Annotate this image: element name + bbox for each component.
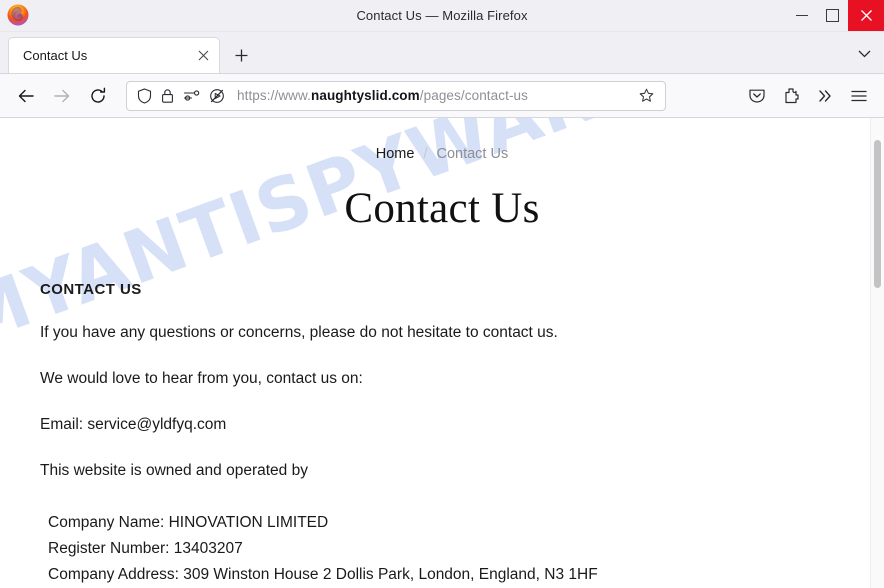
breadcrumb: Home / Contact Us	[40, 118, 844, 162]
window-controls	[786, 0, 884, 31]
url-host: naughtyslid.com	[310, 88, 420, 103]
scrollbar-thumb[interactable]	[874, 140, 881, 288]
firefox-window: Contact Us — Mozilla Firefox Contact Us	[0, 0, 884, 588]
window-title: Contact Us — Mozilla Firefox	[356, 8, 528, 23]
paragraph-owned-operated: This website is owned and operated by	[40, 461, 308, 479]
title-bar: Contact Us — Mozilla Firefox	[0, 0, 884, 32]
address-bar[interactable]: https://www.naughtyslid.com/pages/contac…	[126, 80, 666, 111]
new-tab-button[interactable]	[226, 40, 256, 70]
url-path: /pages/contact-us	[419, 88, 529, 103]
paragraph-hear-from-you: We would love to hear from you, contact …	[40, 369, 363, 387]
forward-button[interactable]	[46, 80, 78, 112]
reload-icon	[91, 87, 106, 103]
list-all-tabs-button[interactable]	[852, 42, 876, 66]
pocket-icon	[749, 89, 765, 103]
browser-tab[interactable]: Contact Us	[8, 37, 220, 73]
close-x-icon	[198, 50, 208, 61]
url-text[interactable]: https://www.naughtyslid.com/pages/contac…	[237, 88, 635, 103]
minimize-button[interactable]	[786, 0, 817, 31]
lock-icon[interactable]	[161, 88, 174, 104]
page-title: Contact Us	[344, 185, 540, 232]
minimize-icon	[795, 15, 808, 16]
app-menu-button[interactable]	[843, 80, 875, 112]
page-viewport: MYANTISPYWARE.COM Home / Contact Us Contac…	[0, 118, 884, 588]
overflow-menu-button[interactable]	[809, 80, 841, 112]
reload-button[interactable]	[82, 80, 114, 112]
breadcrumb-current: Contact Us	[436, 146, 509, 162]
maximize-icon	[826, 9, 839, 22]
plus-icon	[235, 49, 247, 61]
tab-label: Contact Us	[23, 48, 88, 63]
extensions-button[interactable]	[775, 80, 807, 112]
star-icon	[639, 88, 653, 102]
paragraph-email: Email: service@yldfyq.com	[40, 415, 227, 433]
tab-strip: Contact Us	[0, 32, 884, 74]
toolbar-actions	[740, 80, 876, 112]
paragraph-questions: If you have any questions or concerns, p…	[40, 324, 558, 341]
back-arrow-icon	[18, 89, 34, 102]
forward-arrow-icon	[54, 89, 70, 102]
company-address-line: Company Address: 309 Winston House 2 Dol…	[48, 565, 598, 583]
company-name-line: Company Name: HINOVATION LIMITED	[48, 513, 329, 531]
register-number-line: Register Number: 13403207	[48, 539, 243, 557]
navigation-toolbar: https://www.naughtyslid.com/pages/contac…	[0, 74, 884, 118]
hamburger-icon	[851, 90, 867, 101]
permissions-icon[interactable]	[183, 88, 200, 103]
shield-icon[interactable]	[137, 87, 152, 104]
chevron-down-icon	[858, 50, 870, 58]
maximize-button[interactable]	[817, 0, 848, 31]
close-window-button[interactable]	[848, 0, 884, 31]
breadcrumb-separator: /	[423, 146, 428, 162]
close-icon	[860, 10, 872, 21]
page-content: Home / Contact Us Contact Us CONTACT US If…	[0, 118, 884, 588]
extensions-icon	[785, 87, 799, 103]
page-scrollbar[interactable]	[870, 118, 884, 588]
breadcrumb-home-link[interactable]: Home	[376, 146, 415, 162]
bookmark-button[interactable]	[635, 88, 657, 103]
tab-close-icon[interactable]	[193, 46, 213, 66]
url-scheme: https://www.	[237, 88, 311, 103]
pocket-button[interactable]	[741, 80, 773, 112]
section-heading: CONTACT US	[40, 281, 142, 298]
company-details: Company Name: HINOVATION LIMITED Registe…	[48, 510, 844, 588]
autoplay-blocked-icon[interactable]	[209, 88, 225, 104]
overflow-icon	[819, 89, 831, 102]
identity-icons	[137, 87, 225, 104]
back-button[interactable]	[10, 80, 42, 112]
